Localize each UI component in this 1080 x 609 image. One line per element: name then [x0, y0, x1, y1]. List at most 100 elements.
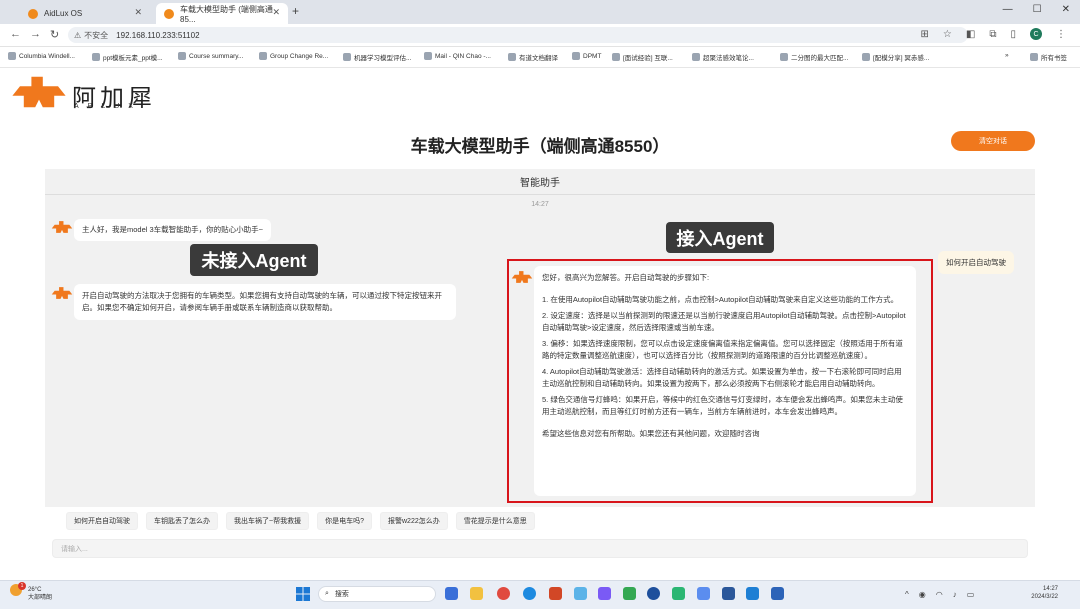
- app-icon[interactable]: [697, 587, 710, 600]
- bookmark-item[interactable]: Course summary...: [178, 52, 243, 60]
- more-bookmarks-icon[interactable]: »: [1005, 52, 1009, 59]
- battery-icon[interactable]: ▭: [967, 590, 975, 599]
- reply-closing: 希望这些信息对您有所帮助。如果您还有其他问题，欢迎随时咨询: [542, 429, 760, 438]
- word-icon[interactable]: [722, 587, 735, 600]
- reply-intro: 您好，很高兴为您解答。开启自动驾驶的步骤如下:: [542, 273, 710, 282]
- system-tray: ^ ◉ ◠ ♪ ▭: [905, 590, 974, 599]
- app-icon[interactable]: [598, 587, 611, 600]
- chrome-icon[interactable]: [497, 587, 510, 600]
- taskbar-search[interactable]: ⌕ 搜索: [318, 586, 436, 602]
- logo-subtext: APLUX: [74, 103, 142, 110]
- bookmark-icon: [259, 52, 267, 60]
- assistant-avatar-icon: [51, 287, 73, 299]
- window-controls: — ☐ ✕: [1003, 4, 1070, 15]
- suggestion-chip[interactable]: 你是电车吗?: [317, 512, 372, 530]
- bookmark-item[interactable]: 有道文档翻译: [508, 52, 558, 62]
- assistant-avatar-icon: [511, 271, 533, 283]
- reply-step: 1. 在使用Autopilot自动辅助驾驶功能之前，点击控制>Autopilot…: [542, 295, 899, 304]
- app-tray-icon[interactable]: ◉: [919, 590, 926, 599]
- clock-time: 14:27: [1042, 586, 1058, 592]
- url-field[interactable]: ⚠ 不安全 192.168.110.233:51102: [68, 27, 968, 43]
- bookmark-item[interactable]: 机器学习模型评估...: [343, 52, 411, 62]
- weather-temp: 26°C: [28, 587, 42, 593]
- bookmark-icon: [572, 52, 580, 60]
- bookmark-item[interactable]: [面试经验] 互联...: [612, 52, 673, 62]
- address-bar-row: ← → ↻ ⚠ 不安全 192.168.110.233:51102 ⊞ ☆ ◧ ⧉…: [0, 24, 1080, 47]
- reply-step: 4. Autopilot自动辅助驾驶激活：选择自动辅助转向的激活方式。如果设置为…: [542, 367, 902, 388]
- clock-date: 2024/3/22: [1031, 594, 1058, 600]
- wechat-icon[interactable]: [672, 587, 685, 600]
- all-bookmarks-folder[interactable]: 所有书签: [1030, 52, 1067, 62]
- reply-step: 3. 偏移：如果选择速度限制，您可以点击设定速度偏离值来指定偏离值。您可以选择固…: [542, 339, 903, 360]
- taskbar-clock[interactable]: 14:27 2024/3/22: [1016, 585, 1058, 601]
- bookmark-icon: [8, 52, 16, 60]
- powerpoint-icon[interactable]: [549, 587, 562, 600]
- suggestion-chip[interactable]: 雪花提示是什么意思: [455, 512, 535, 530]
- app-icon[interactable]: [746, 587, 759, 600]
- new-tab-button[interactable]: +: [292, 4, 299, 18]
- bookmark-item[interactable]: Mail - QIN Chao -...: [424, 52, 491, 60]
- suggestion-chip[interactable]: 报警w222怎么办: [380, 512, 448, 530]
- app-icon[interactable]: [623, 587, 636, 600]
- aplux-favicon-icon: [164, 8, 174, 19]
- close-tab-icon[interactable]: ✕: [134, 7, 142, 18]
- bookmark-item[interactable]: 二分图的最大匹配...: [780, 52, 848, 62]
- bookmark-item[interactable]: 超聚法感效笔论...: [692, 52, 754, 62]
- suggestion-chip[interactable]: 车钥匙丢了怎么办: [146, 512, 218, 530]
- bookmark-item[interactable]: [配模分享] 冥赤感...: [862, 52, 929, 62]
- menu-icon[interactable]: ⋮: [1056, 29, 1066, 40]
- app-icon[interactable]: [574, 587, 587, 600]
- bookmark-item[interactable]: DPMT: [572, 52, 601, 60]
- chat-input[interactable]: 请输入...: [52, 539, 1028, 558]
- browser-tab-bar: AidLux OS ✕ 车载大模型助手 (端侧高通85... ✕ + — ☐ ✕: [0, 0, 1080, 24]
- close-window-button[interactable]: ✕: [1062, 4, 1070, 15]
- aidlux-favicon-icon: [28, 8, 38, 19]
- reload-icon[interactable]: ↻: [50, 28, 59, 41]
- tab-assistant[interactable]: 车载大模型助手 (端侧高通85... ✕: [156, 3, 288, 24]
- reply-with-agent-bubble: 您好，很高兴为您解答。开启自动驾驶的步骤如下: 1. 在使用Autopilot自…: [534, 266, 916, 496]
- bookmark-icon: [92, 53, 100, 61]
- clear-chat-button[interactable]: 清空对话: [951, 131, 1035, 151]
- suggestion-chip[interactable]: 如何开启自动驾驶: [66, 512, 138, 530]
- task-view-icon[interactable]: [445, 587, 458, 600]
- bookmark-item[interactable]: Group Change Re...: [259, 52, 328, 60]
- volume-icon[interactable]: ♪: [953, 590, 957, 599]
- bookmark-icon: [424, 52, 432, 60]
- star-icon[interactable]: ☆: [943, 29, 952, 40]
- search-label: 搜索: [334, 591, 349, 598]
- suggestion-chips: 如何开启自动驾驶 车钥匙丢了怎么办 我出车祸了~帮我救援 你是电车吗? 报警w2…: [66, 512, 535, 530]
- assistant-avatar-icon: [51, 221, 73, 233]
- minimize-button[interactable]: —: [1003, 4, 1013, 15]
- label-without-agent: 未接入Agent: [190, 244, 318, 276]
- sidebar-icon[interactable]: ▯: [1010, 29, 1016, 40]
- chat-timestamp: 14:27: [531, 201, 549, 208]
- maximize-button[interactable]: ☐: [1033, 4, 1042, 15]
- bookmark-item[interactable]: ppt模板元素_ppt模...: [92, 52, 163, 62]
- bookmark-item[interactable]: Columbia Windell...: [8, 52, 75, 60]
- reply-step: 2. 设定速度：选择是以当前探测到的限速还是以当前行驶速度启用Autopilot…: [542, 311, 906, 332]
- edge-icon[interactable]: [523, 587, 536, 600]
- close-tab-icon[interactable]: ✕: [272, 7, 280, 18]
- wifi-icon[interactable]: ◠: [936, 590, 943, 599]
- back-arrow-icon[interactable]: ←: [10, 28, 21, 40]
- label-with-agent: 接入Agent: [666, 222, 774, 253]
- chat-header: 智能助手: [45, 169, 1035, 195]
- puzzle-icon[interactable]: ⧉: [989, 29, 996, 40]
- profile-avatar[interactable]: C: [1030, 28, 1042, 40]
- app-icon[interactable]: [647, 587, 660, 600]
- bookmark-icon: [612, 53, 620, 61]
- assistant-greeting-bubble: 主人好，我是model 3车载智能助手，你的贴心小助手~: [74, 219, 272, 241]
- url-text: 192.168.110.233:51102: [116, 30, 200, 40]
- file-explorer-icon[interactable]: [470, 587, 483, 600]
- reply-without-agent-bubble: 开启自动驾驶的方法取决于您拥有的车辆类型。如果您拥有支持自动驾驶的车辆，可以通过…: [74, 284, 456, 320]
- chevron-up-icon[interactable]: ^: [905, 590, 909, 599]
- tab-aidlux[interactable]: AidLux OS ✕: [20, 3, 150, 24]
- windows-start-icon[interactable]: [296, 587, 310, 601]
- security-indicator[interactable]: ⚠ 不安全: [74, 30, 108, 41]
- app-icon[interactable]: [771, 587, 784, 600]
- forward-arrow-icon[interactable]: →: [30, 28, 41, 40]
- suggestion-chip[interactable]: 我出车祸了~帮我救援: [226, 512, 310, 530]
- weather-desc: 大部晴朗: [28, 595, 53, 601]
- extension-icon[interactable]: ◧: [966, 29, 975, 40]
- translate-icon[interactable]: ⊞: [921, 29, 929, 40]
